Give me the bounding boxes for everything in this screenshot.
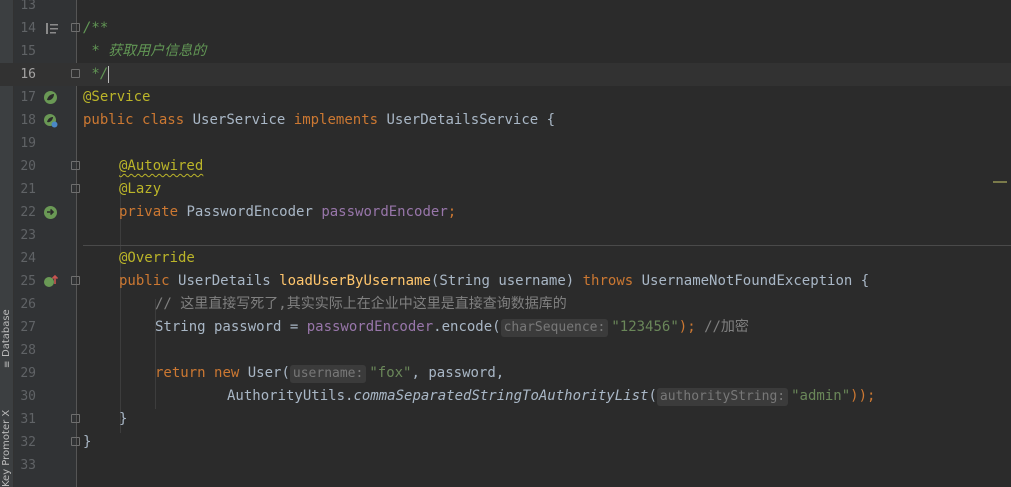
line-number[interactable]: 25 [14,270,36,293]
code-text: */ [83,63,110,86]
line-number[interactable]: 27 [14,316,36,339]
annotation-service: @Service [83,89,151,105]
line-comment: // 这里直接写死了,其实实际上在企业中这里是直接查询数据库的 [155,296,567,312]
code-line-24: 24 @Override [0,247,1011,270]
code-line-32: 32 } [0,431,1011,454]
line-number[interactable]: 20 [14,155,36,178]
code-line-28: 28 [0,339,1011,362]
fold-toggle-icon[interactable] [71,437,80,446]
doc-render-icon[interactable] [45,21,60,36]
line-number[interactable]: 23 [14,224,36,247]
fold-toggle-icon[interactable] [71,23,80,32]
line-number[interactable]: 21 [14,178,36,201]
code-line-16: 16 */ [0,63,1011,86]
return-statement: return new User(username: "fox", password… [155,365,505,383]
method-close-brace: } [119,411,128,427]
code-line-27: 27 String password = passwordEncoder.enc… [0,316,1011,339]
spring-bean-icon[interactable] [43,113,58,128]
line-number[interactable]: 13 [14,0,36,17]
code-line-29: 29 return new User(username: "fox", passw… [0,362,1011,385]
code-line-13: 13 [0,0,1011,17]
line-number[interactable]: 28 [14,339,36,362]
line-number[interactable]: 17 [14,86,36,109]
fold-toggle-icon[interactable] [71,414,80,423]
code-line-23: 23 [0,224,1011,247]
parameter-hint: authorityString: [656,388,789,406]
line-number[interactable]: 29 [14,362,36,385]
doc-comment-end: */ [83,66,109,82]
line-number[interactable]: 16 [14,63,36,86]
line-number[interactable]: 32 [14,431,36,454]
line-number[interactable]: 30 [14,385,36,408]
line-number[interactable]: 19 [14,132,36,155]
code-line-21: 21 @Lazy [0,178,1011,201]
code-line-26: 26 // 这里直接写死了,其实实际上在企业中这里是直接查询数据库的 [0,293,1011,316]
line-number[interactable]: 33 [14,454,36,477]
fold-toggle-icon[interactable] [71,184,80,193]
code-line-14: 14 /** [0,17,1011,40]
doc-comment-start: /** [83,20,109,36]
line-number[interactable]: 26 [14,293,36,316]
code-line-17: 17 @Service [0,86,1011,109]
line-number[interactable]: 15 [14,40,36,63]
class-declaration: public class UserService implements User… [83,112,556,128]
fold-toggle-icon[interactable] [71,161,80,170]
encode-statement: String password = passwordEncoder.encode… [155,319,749,337]
field-declaration: private PasswordEncoder passwordEncoder; [119,204,457,220]
text-cursor [108,65,110,83]
code-line-25: 25 public UserDetails loadUserByUsername… [0,270,1011,293]
authority-call: AuthorityUtils.commaSeparatedStringToAut… [227,388,876,406]
line-number[interactable]: 18 [14,109,36,132]
code-line-20: 20 @Autowired [0,155,1011,178]
annotation-autowired: @Autowired [119,158,204,174]
line-number[interactable]: 24 [14,247,36,270]
parameter-hint: username: [289,365,367,383]
line-number[interactable]: 31 [14,408,36,431]
spring-bean-icon[interactable] [43,90,58,105]
code-line-15: 15 * 获取用户信息的 [0,40,1011,63]
class-close-brace: } [83,434,92,450]
doc-comment-text: * 获取用户信息的 [83,43,207,59]
line-number[interactable]: 14 [14,17,36,40]
code-line-18: 18 public class UserService implements U… [0,109,1011,132]
line-number[interactable]: 22 [14,201,36,224]
annotation-override: @Override [119,250,195,266]
fold-toggle-icon[interactable] [71,276,80,285]
code-line-30: 30 AuthorityUtils.commaSeparatedStringTo… [0,385,1011,408]
parameter-hint: charSequence: [500,319,609,337]
method-signature: public UserDetails loadUserByUsername(St… [119,273,870,289]
override-method-icon[interactable] [43,274,59,289]
code-line-33: 33 [0,454,1011,477]
annotation-lazy: @Lazy [119,181,162,197]
fold-toggle-icon[interactable] [71,69,80,78]
code-line-19: 19 [0,132,1011,155]
code-line-31: 31 } [0,408,1011,431]
autowired-bean-icon[interactable] [43,205,58,220]
code-line-22: 22 private PasswordEncoder passwordEncod… [0,201,1011,224]
